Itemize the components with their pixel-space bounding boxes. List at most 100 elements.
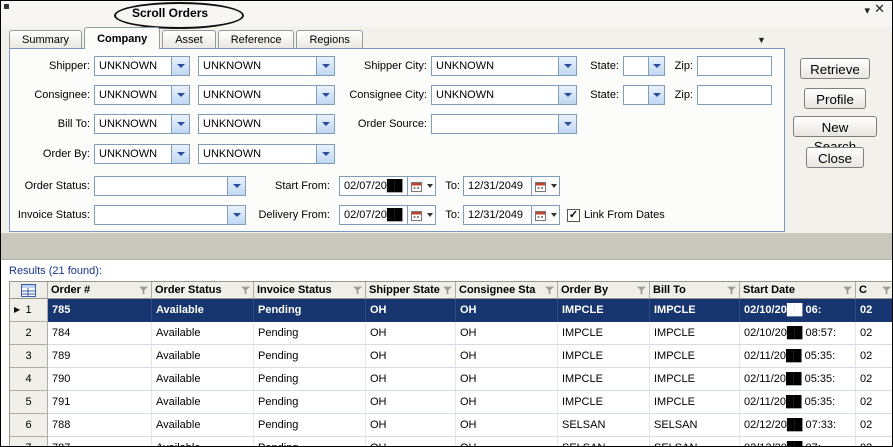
cell-order-status[interactable]: Available [152,391,254,414]
cell-shipper-state[interactable]: OH [366,299,456,322]
filter-icon[interactable] [727,286,736,295]
checkbox-check-icon[interactable]: ✓ [567,209,580,222]
date-dropdown-arrow-icon[interactable] [424,177,435,195]
cell-start-date[interactable]: 02/12/20██ 07: [740,437,856,446]
cell-consignee-state[interactable]: OH [456,345,558,368]
cell-order-by[interactable]: SELSAN [558,414,650,437]
pin-icon[interactable]: ▾ [864,4,870,18]
column-header-order-by[interactable]: Order By [558,282,650,299]
cell-invoice-status[interactable]: Pending [254,322,366,345]
cell-consignee-state[interactable]: OH [456,368,558,391]
dropdown-arrow-icon[interactable] [171,145,189,163]
cell-shipper-state[interactable]: OH [366,414,456,437]
row-number-cell[interactable]: 7 [10,437,48,446]
filter-icon[interactable] [882,286,891,295]
cell-bill-to[interactable]: IMPCLE [650,368,740,391]
order-source-combo[interactable] [431,114,577,134]
table-row[interactable]: 5 791 Available Pending OH OH IMPCLE IMP… [10,391,893,414]
table-row[interactable]: 4 790 Available Pending OH OH IMPCLE IMP… [10,368,893,391]
dropdown-arrow-icon[interactable] [558,115,576,133]
row-number-cell[interactable]: ▶1 [10,299,48,322]
column-header-invoice-status[interactable]: Invoice Status [254,282,366,299]
order-by-combo-2[interactable]: UNKNOWN [198,144,335,164]
cell-invoice-status[interactable]: Pending [254,437,366,446]
cell-start-date[interactable]: 02/10/20██ 08:57: [740,322,856,345]
filter-icon[interactable] [241,286,250,295]
filter-icon[interactable] [545,286,554,295]
close-icon[interactable]: ✕ [874,2,885,16]
cell-start-date[interactable]: 02/11/20██ 05:35: [740,368,856,391]
cell-invoice-status[interactable]: Pending [254,345,366,368]
tab-overflow-icon[interactable]: ▼ [757,35,766,45]
grid-corner-cell[interactable] [10,282,48,299]
filter-icon[interactable] [353,286,362,295]
cell-consignee-state[interactable]: OH [456,414,558,437]
table-row[interactable]: 2 784 Available Pending OH OH IMPCLE IMP… [10,322,893,345]
cell-consignee-state[interactable]: OH [456,437,558,446]
filter-icon[interactable] [843,286,852,295]
cell-order-by[interactable]: IMPCLE [558,345,650,368]
date-dropdown-arrow-icon[interactable] [548,177,559,195]
retrieve-button[interactable]: Retrieve [800,58,870,79]
link-from-dates-checkbox[interactable]: ✓ Link From Dates [567,208,665,222]
bill-to-combo-1[interactable]: UNKNOWN [94,114,190,134]
start-from-date[interactable]: 02/07/20██ [339,176,436,196]
shipper-city-combo[interactable]: UNKNOWN [431,56,577,76]
row-number-cell[interactable]: 5 [10,391,48,414]
cell-start-date[interactable]: 02/10/20██ 06: [740,299,856,322]
new-search-button[interactable]: New Search [793,116,877,137]
cell-order-number[interactable]: 787 [48,437,152,446]
consignee-city-combo[interactable]: UNKNOWN [431,85,577,105]
table-row[interactable]: 3 789 Available Pending OH OH IMPCLE IMP… [10,345,893,368]
column-header-truncated[interactable]: C [856,282,893,299]
cell-order-number[interactable]: 788 [48,414,152,437]
column-header-consignee-state[interactable]: Consignee Sta [456,282,558,299]
cell-bill-to[interactable]: SELSAN [650,414,740,437]
dropdown-arrow-icon[interactable] [227,206,245,224]
cell-truncated[interactable]: 02 [856,299,893,322]
delivery-to-date[interactable]: 12/31/2049 [463,205,560,225]
dropdown-arrow-icon[interactable] [227,177,245,195]
row-number-cell[interactable]: 6 [10,414,48,437]
filter-icon[interactable] [443,286,452,295]
invoice-status-combo[interactable] [94,205,246,225]
shipper-zip-input[interactable] [697,56,772,76]
column-header-order-number[interactable]: Order # [48,282,152,299]
cell-bill-to[interactable]: IMPCLE [650,345,740,368]
close-button[interactable]: Close [806,147,864,168]
cell-truncated[interactable]: 02 [856,414,893,437]
calendar-icon[interactable] [531,206,548,224]
cell-start-date[interactable]: 02/11/20██ 05:35: [740,345,856,368]
cell-order-status[interactable]: Available [152,437,254,446]
cell-order-by[interactable]: IMPCLE [558,299,650,322]
cell-invoice-status[interactable]: Pending [254,368,366,391]
shipper-combo-1[interactable]: UNKNOWN [94,56,190,76]
date-dropdown-arrow-icon[interactable] [548,206,559,224]
cell-order-status[interactable]: Available [152,414,254,437]
calendar-icon[interactable] [531,177,548,195]
tab-summary[interactable]: Summary [9,30,82,49]
table-row[interactable]: 6 788 Available Pending OH OH SELSAN SEL… [10,414,893,437]
cell-truncated[interactable]: 02 [856,322,893,345]
tab-asset[interactable]: Asset [162,30,216,49]
delivery-from-date[interactable]: 02/07/20██ [339,205,436,225]
cell-shipper-state[interactable]: OH [366,322,456,345]
row-number-cell[interactable]: 3 [10,345,48,368]
cell-order-by[interactable]: IMPCLE [558,391,650,414]
cell-bill-to[interactable]: IMPCLE [650,391,740,414]
column-header-bill-to[interactable]: Bill To [650,282,740,299]
date-dropdown-arrow-icon[interactable] [424,206,435,224]
cell-order-number[interactable]: 785 [48,299,152,322]
cell-order-by[interactable]: SELSAN [558,437,650,446]
cell-invoice-status[interactable]: Pending [254,414,366,437]
cell-order-number[interactable]: 791 [48,391,152,414]
filter-icon[interactable] [637,286,646,295]
dropdown-arrow-icon[interactable] [171,57,189,75]
cell-truncated[interactable]: 02 [856,368,893,391]
consignee-combo-1[interactable]: UNKNOWN [94,85,190,105]
tab-regions[interactable]: Regions [296,30,362,49]
cell-order-status[interactable]: Available [152,299,254,322]
cell-invoice-status[interactable]: Pending [254,391,366,414]
dropdown-arrow-icon[interactable] [171,86,189,104]
row-number-cell[interactable]: 4 [10,368,48,391]
